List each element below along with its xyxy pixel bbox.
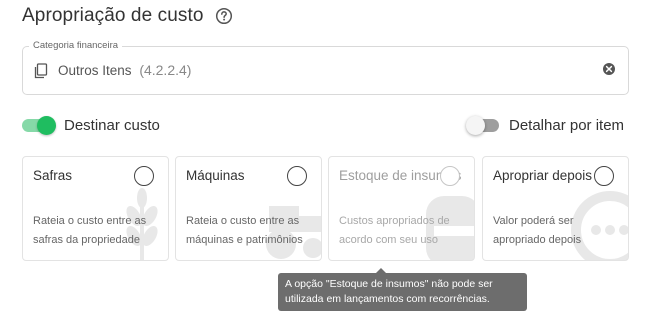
category-field[interactable]: Categoria financeira Outros Itens (4.2.2… bbox=[22, 40, 629, 95]
card-apropriar-depois[interactable]: Apropriar depois Valor poderá ser apropr… bbox=[482, 156, 629, 261]
help-circle-icon[interactable] bbox=[215, 7, 233, 25]
tooltip: A opção "Estoque de insumos" não pode se… bbox=[278, 268, 527, 311]
tooltip-text: A opção "Estoque de insumos" não pode se… bbox=[285, 278, 493, 305]
radio-estoque-insumos bbox=[440, 166, 460, 186]
detalhar-por-item-row: Detalhar por item bbox=[466, 116, 625, 135]
page-header: Apropriação de custo bbox=[22, 5, 233, 27]
radio-safras[interactable] bbox=[134, 166, 154, 186]
detalhar-por-item-toggle[interactable] bbox=[466, 116, 501, 135]
category-field-value[interactable]: Outros Itens (4.2.2.4) bbox=[58, 62, 191, 78]
card-title: Safras bbox=[33, 168, 73, 183]
toggle-thumb bbox=[37, 116, 56, 135]
tooltip-arrow bbox=[376, 268, 386, 273]
destinar-custo-toggle[interactable] bbox=[22, 116, 56, 135]
destinar-custo-label: Destinar custo bbox=[64, 116, 160, 134]
card-description: Rateia o custo entre as máquinas e patri… bbox=[186, 215, 303, 246]
card-maquinas[interactable]: Máquinas Rateia o custo entre as máquina… bbox=[175, 156, 322, 261]
card-estoque-insumos: Estoque de insumos Custos apropriados de… bbox=[328, 156, 475, 261]
page-title: Apropriação de custo bbox=[22, 5, 204, 26]
category-field-label: Categoria financeira bbox=[29, 40, 123, 52]
category-name: Outros Itens bbox=[58, 63, 132, 78]
card-title: Apropriar depois bbox=[493, 168, 593, 183]
card-description: Custos apropriados de acordo com seu uso bbox=[339, 215, 450, 246]
card-safras[interactable]: Safras Rateia o custo entre as safras da… bbox=[22, 156, 169, 261]
card-description: Valor poderá ser apropriado depois bbox=[493, 215, 582, 246]
card-description: Rateia o custo entre as safras da propri… bbox=[33, 215, 147, 246]
category-code: (4.2.2.4) bbox=[139, 62, 192, 78]
destinar-custo-row: Destinar custo bbox=[22, 116, 160, 135]
detalhar-por-item-label: Detalhar por item bbox=[509, 116, 625, 134]
toggle-thumb bbox=[466, 116, 485, 135]
radio-apropriar-depois[interactable] bbox=[594, 166, 614, 186]
card-title: Máquinas bbox=[186, 168, 245, 183]
close-circle-icon[interactable] bbox=[602, 62, 616, 76]
document-copy-icon bbox=[34, 63, 48, 79]
radio-maquinas[interactable] bbox=[287, 166, 307, 186]
